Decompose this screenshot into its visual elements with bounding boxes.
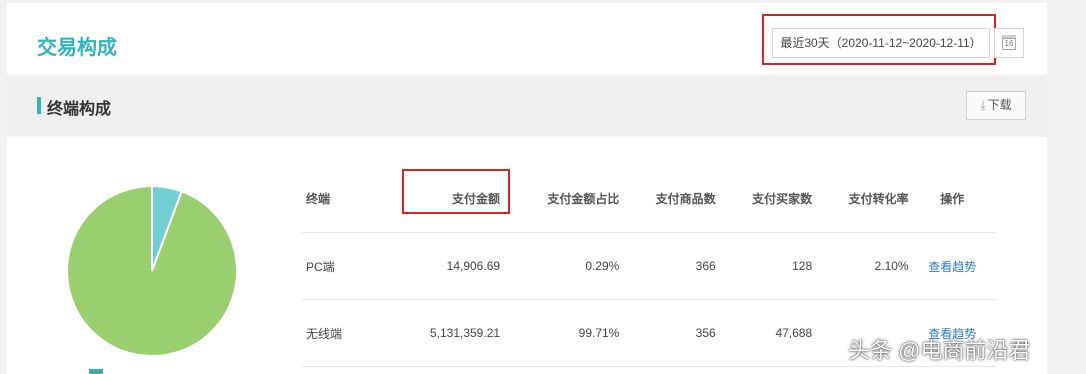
calendar-button[interactable]: 16 (994, 28, 1024, 58)
legend-color-chip (89, 369, 103, 374)
download-icon: ⤓ (980, 98, 986, 112)
amount-cell: 5,131,359.21 (380, 299, 501, 367)
items-cell: 356 (619, 299, 716, 367)
column-header: 支付转化率 (812, 164, 909, 233)
download-button[interactable]: ⤓ 下载 (966, 91, 1026, 120)
share-cell: 0.29% (500, 232, 620, 300)
share-cell: 99.71% (500, 299, 620, 367)
column-header: 支付金额占比 (500, 164, 620, 233)
column-header: 操作 (908, 164, 996, 233)
page-title: 交易构成 (37, 37, 117, 59)
table-header-row: 终端 支付金额 支付金额占比 支付商品数 支付买家数 支付转化率 操作 (302, 164, 996, 233)
column-header: 支付买家数 (715, 164, 813, 233)
section-header: 终端构成 ⤓ 下载 (7, 77, 1047, 135)
column-header: 支付金额 (380, 164, 501, 233)
terminal-cell: 无线端 (302, 299, 381, 367)
column-header: 终端 (302, 164, 381, 233)
conversion-cell: 2.10% (812, 232, 909, 300)
view-trend-link[interactable]: 查看趋势 (928, 260, 976, 274)
download-label: 下载 (987, 98, 1012, 112)
section-accent-bar (37, 97, 41, 114)
amount-cell: 14,906.69 (380, 232, 501, 300)
date-range-selector[interactable]: 最近30天（2020-11-12~2020-12-11） (772, 28, 990, 58)
calendar-day-number: 16 (1002, 38, 1016, 50)
terminal-table: 终端 支付金额 支付金额占比 支付商品数 支付买家数 支付转化率 操作 PC端 … (302, 164, 996, 367)
section-title: 终端构成 (47, 101, 112, 118)
pie-slice-1 (66, 184, 238, 357)
buyers-cell: 128 (715, 232, 813, 300)
table-row: 无线端 5,131,359.21 99.71% 356 47,688 查看趋势 (302, 299, 996, 367)
terminal-cell: PC端 (302, 232, 381, 300)
column-header: 支付商品数 (619, 164, 716, 233)
items-cell: 366 (619, 232, 716, 300)
action-cell: 查看趋势 (908, 299, 996, 367)
table-row: PC端 14,906.69 0.29% 366 128 2.10% 查看趋势 (302, 232, 996, 300)
conversion-cell (812, 299, 909, 367)
view-trend-link[interactable]: 查看趋势 (928, 327, 976, 341)
terminal-pie-chart (66, 184, 238, 357)
action-cell: 查看趋势 (908, 232, 996, 300)
buyers-cell: 47,688 (715, 299, 813, 367)
terminal-content: 终端 支付金额 支付金额占比 支付商品数 支付买家数 支付转化率 操作 PC端 … (7, 137, 1047, 374)
